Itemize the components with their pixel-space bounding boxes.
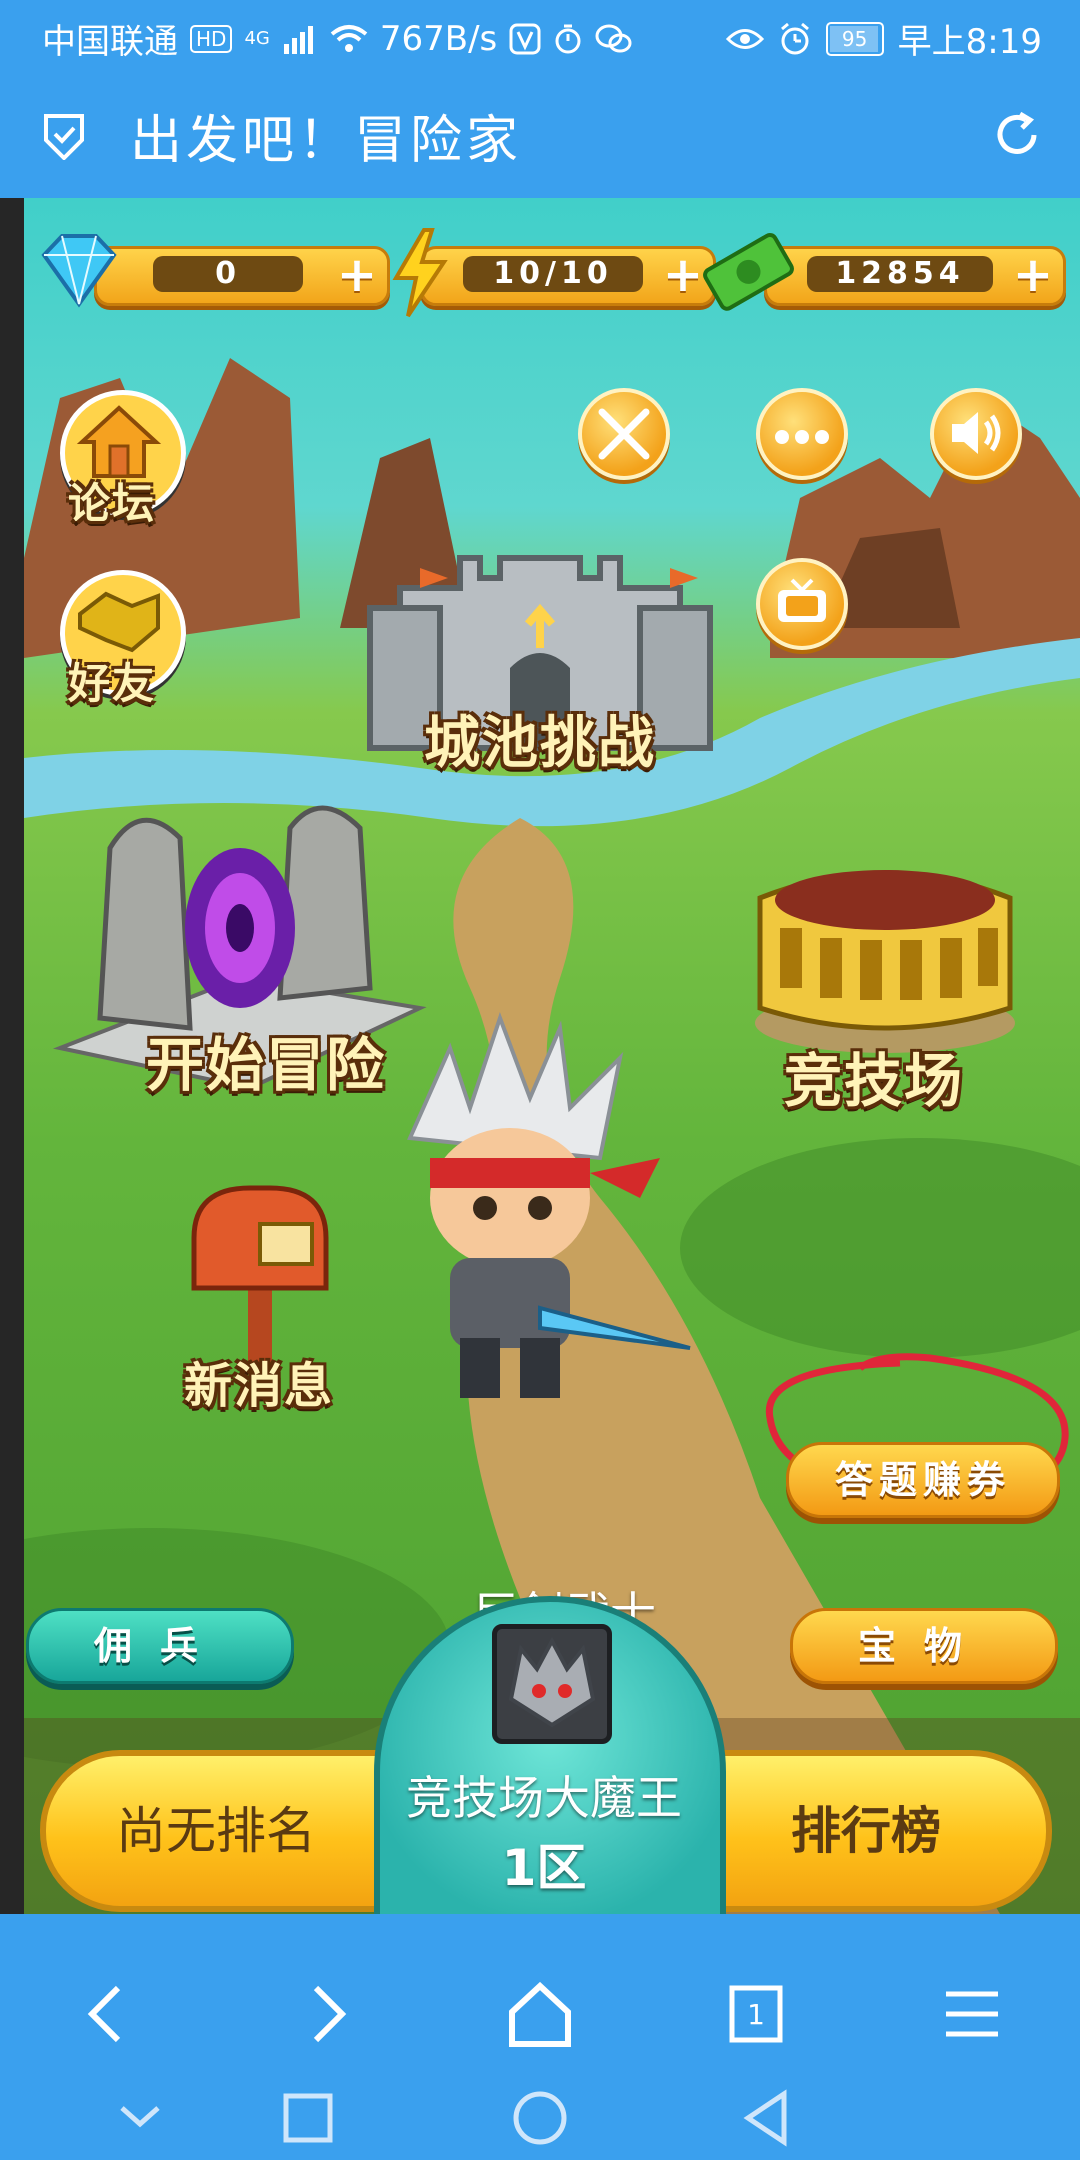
tv-icon	[778, 578, 826, 622]
mailbox[interactable]: 新消息	[170, 1178, 370, 1428]
network-speed: 767B/s	[379, 18, 498, 59]
back-arrow-icon[interactable]	[70, 1974, 150, 2054]
gem-icon	[41, 234, 117, 308]
sound-button[interactable]	[930, 388, 1022, 480]
eye-icon	[725, 28, 764, 49]
left-edge-bar	[0, 198, 24, 1914]
monster-helmet-icon	[508, 1636, 596, 1728]
speaker-icon	[952, 412, 1001, 454]
timer-icon	[555, 24, 581, 53]
app-header: 出发吧！冒险家	[0, 72, 1080, 198]
page-title: 出发吧！冒险家	[130, 111, 523, 171]
colosseum-icon	[755, 870, 1015, 1053]
svg-text:1: 1	[747, 1998, 765, 2031]
crossed-swords-icon	[598, 408, 650, 460]
video-ad-button[interactable]	[756, 558, 848, 650]
add-cash-button[interactable]: +	[1011, 251, 1055, 299]
lightning-icon	[392, 228, 448, 318]
leaderboard-button[interactable]: 排行榜	[680, 1750, 1052, 1912]
forward-arrow-icon[interactable]	[284, 1974, 364, 2054]
quiz-earn-button[interactable]: 答题赚券	[786, 1442, 1060, 1518]
carrier-label: 中国联通	[42, 22, 178, 62]
system-home-icon[interactable]	[500, 2078, 580, 2158]
treasure-button[interactable]: 宝物	[790, 1608, 1058, 1684]
boss-avatar	[492, 1624, 612, 1744]
castle-challenge[interactable]: 城池挑战	[330, 498, 750, 818]
forum-label: 论坛	[68, 479, 157, 528]
friends-label: 好友	[68, 659, 157, 708]
browser-bottom-bar: 1	[0, 1914, 1080, 2160]
wifi-icon	[330, 24, 368, 52]
signal-icon	[283, 25, 313, 54]
adventure-label: 开始冒险	[146, 1031, 387, 1099]
hero-sprite	[407, 1012, 691, 1398]
arena[interactable]: 竞技场	[720, 828, 1040, 1138]
energy-count: 10/10	[463, 256, 643, 292]
mercenary-button[interactable]: 佣兵	[26, 1608, 294, 1684]
mailbox-icon	[191, 1185, 329, 1368]
friends-button[interactable]: 好友	[54, 570, 186, 710]
shield-check-icon[interactable]	[42, 112, 86, 160]
gem-count: 0	[153, 256, 303, 292]
cash-count: 12854	[807, 256, 993, 292]
menu-icon[interactable]	[932, 1974, 1012, 2054]
collapse-chevron-icon[interactable]	[100, 2078, 180, 2158]
hero-character[interactable]: 巨剑武士	[390, 1008, 720, 1641]
more-button[interactable]	[756, 388, 848, 480]
handshake-icon	[78, 591, 160, 653]
game-screen[interactable]: 0 + 10/10 + 12854 + 论坛 好友 城池挑战 开始冒险 竞技场 …	[0, 198, 1080, 1914]
add-gem-button[interactable]: +	[335, 251, 379, 299]
clock: 早上8:19	[897, 22, 1042, 62]
cash-icon	[703, 233, 794, 311]
battery-indicator: 95	[825, 21, 884, 56]
zone-label: 1区	[501, 1839, 587, 1897]
tabs-icon[interactable]: 1	[716, 1974, 796, 2054]
recent-apps-icon[interactable]	[268, 2078, 348, 2158]
hd-badge: HD	[190, 24, 233, 53]
arena-label: 竞技场	[784, 1047, 965, 1115]
add-energy-button[interactable]: +	[661, 251, 705, 299]
more-dots-icon	[775, 430, 829, 444]
rank-button[interactable]: 尚无排名	[40, 1750, 392, 1912]
start-adventure[interactable]: 开始冒险	[50, 788, 430, 1118]
network-type: 4G	[244, 28, 270, 49]
castle-label: 城池挑战	[424, 711, 656, 776]
status-bar: 中国联通 HD 4G 767B/s 95 早上8:19	[0, 0, 1080, 72]
alarm-icon	[780, 22, 809, 54]
battery-level: 95	[841, 26, 868, 51]
app-v-icon	[509, 23, 541, 54]
boss-title: 竞技场大魔王	[406, 1771, 682, 1825]
forum-button[interactable]: 论坛	[54, 390, 186, 530]
wechat-icon	[595, 24, 632, 52]
system-back-icon[interactable]	[728, 2078, 808, 2158]
battle-toggle-button[interactable]	[578, 388, 670, 480]
refresh-icon[interactable]	[992, 110, 1042, 160]
home-icon[interactable]	[500, 1974, 580, 2054]
mail-label: 新消息	[184, 1358, 335, 1414]
